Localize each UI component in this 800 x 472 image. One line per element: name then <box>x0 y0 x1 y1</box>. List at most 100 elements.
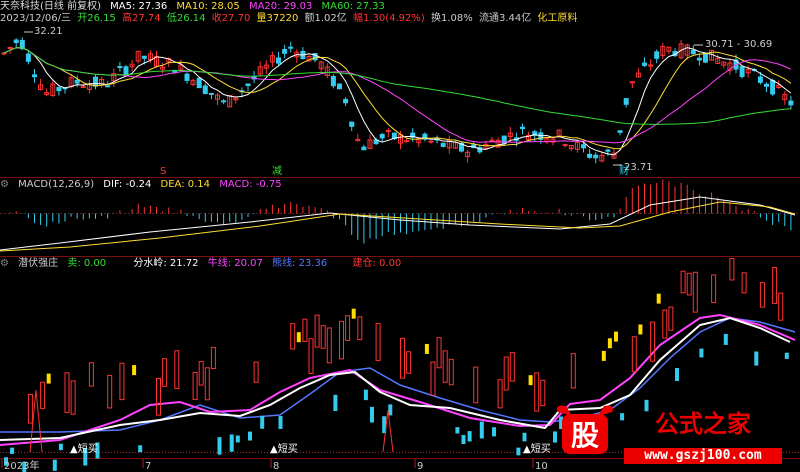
candle-body <box>690 49 696 55</box>
candle-body <box>245 83 251 87</box>
indicator-dot <box>46 373 51 384</box>
indicator-bar <box>492 427 496 437</box>
indicator-bar <box>784 352 789 359</box>
indicator-bar <box>10 447 15 454</box>
candle-body <box>141 55 147 59</box>
indicator-bar <box>772 267 778 304</box>
indicator-bar <box>308 338 314 374</box>
candle-body <box>581 144 586 149</box>
ma60-line <box>3 47 791 125</box>
indicator-bar <box>503 356 509 391</box>
candle-body <box>764 83 769 87</box>
indicator-bar <box>235 435 240 443</box>
indicator-dot <box>424 343 429 354</box>
buy-label: ▲短买 <box>270 442 298 455</box>
candle-body <box>642 62 647 66</box>
indicator-bar <box>479 421 484 439</box>
candle-body <box>337 83 342 90</box>
indicator-dot <box>601 350 606 361</box>
indicator-bar <box>217 437 222 455</box>
candle-body <box>123 66 129 75</box>
indicator-bar <box>729 258 735 281</box>
candle-body <box>593 154 599 159</box>
indicator-bar <box>400 337 405 379</box>
candle-body <box>739 66 745 77</box>
indicator-bar <box>278 416 283 429</box>
x-tick-label: 10 <box>535 461 548 472</box>
candle-body <box>440 142 446 147</box>
candle-body <box>208 92 214 95</box>
indicator-bar <box>339 320 344 360</box>
indicator-bar <box>107 374 113 409</box>
indicator-bar <box>58 443 63 451</box>
indicator-bar <box>204 367 210 401</box>
indicator-bar <box>314 314 320 348</box>
indicator-bar <box>253 361 259 383</box>
x-tick-label: 9 <box>417 461 423 472</box>
indicator-bar <box>778 292 784 321</box>
indicator-bar <box>198 361 204 386</box>
indicator-bar <box>442 350 448 383</box>
indicator-bar <box>357 316 363 341</box>
indicator-bar <box>156 377 161 416</box>
indicator-bar <box>406 351 412 374</box>
indicator-bar <box>686 272 692 296</box>
indicator-bar <box>40 381 46 409</box>
x-tick-label: 2023年 <box>4 459 39 472</box>
indicator-dot <box>656 293 661 304</box>
x-tick-label: 7 <box>145 461 151 472</box>
macd-series <box>0 179 796 252</box>
indicator-bar <box>680 270 686 294</box>
candle-body <box>32 74 37 78</box>
candle-body <box>1 52 7 55</box>
candle-body <box>361 146 367 151</box>
moving-average-lines <box>3 47 792 156</box>
indicator-bar <box>473 366 479 404</box>
candle-body <box>105 85 111 88</box>
indicator-dot <box>296 332 301 343</box>
indicator-bar <box>699 348 704 358</box>
indicator-bar <box>248 431 252 441</box>
candle-body <box>788 100 794 106</box>
indicator-bar <box>662 309 668 339</box>
candle-body <box>7 46 13 49</box>
indicator-bar <box>516 447 521 456</box>
indicator-bar <box>302 318 308 342</box>
reduce-marker: 减 <box>272 165 282 177</box>
buy-label: ▲短买 <box>523 442 551 455</box>
candle-body <box>562 144 568 147</box>
watermark-url[interactable]: www.gszj100.com <box>624 448 782 464</box>
indicator-bar <box>210 346 216 369</box>
candle-body <box>282 49 288 54</box>
candle-body <box>428 140 434 143</box>
indicator-bar <box>375 323 381 361</box>
buy-label: ▲短买 <box>70 442 98 455</box>
indicator-bar <box>461 434 466 445</box>
indicator-bar <box>320 325 326 349</box>
indicator-dot <box>528 375 533 386</box>
candle-body <box>587 153 593 158</box>
candle-body <box>617 130 623 133</box>
watermark-title: 公式之家 <box>655 409 751 438</box>
candle-body <box>330 75 336 87</box>
sell-marker: S <box>160 166 166 177</box>
indicator-bar <box>759 282 765 308</box>
candle-body <box>13 39 19 44</box>
indicator-bar <box>534 372 540 412</box>
indicator-bar <box>675 368 679 381</box>
indicator-bar <box>88 362 94 387</box>
indicator-bar <box>27 393 33 424</box>
indicator-bar <box>326 327 332 364</box>
svg-text:股: 股 <box>571 419 599 452</box>
indicator-dot <box>132 365 137 376</box>
indicator-bar <box>70 380 76 415</box>
price-range-label: 30.71 - 30.69 <box>705 39 772 50</box>
indicator-bar <box>668 306 674 331</box>
indicator-bar <box>174 350 180 390</box>
indicator-bar <box>229 434 234 452</box>
indicator-bar <box>430 361 436 396</box>
dea-line <box>0 201 796 252</box>
candle-body <box>757 76 763 83</box>
indicator-bar <box>497 379 503 409</box>
candle-body <box>520 126 525 130</box>
